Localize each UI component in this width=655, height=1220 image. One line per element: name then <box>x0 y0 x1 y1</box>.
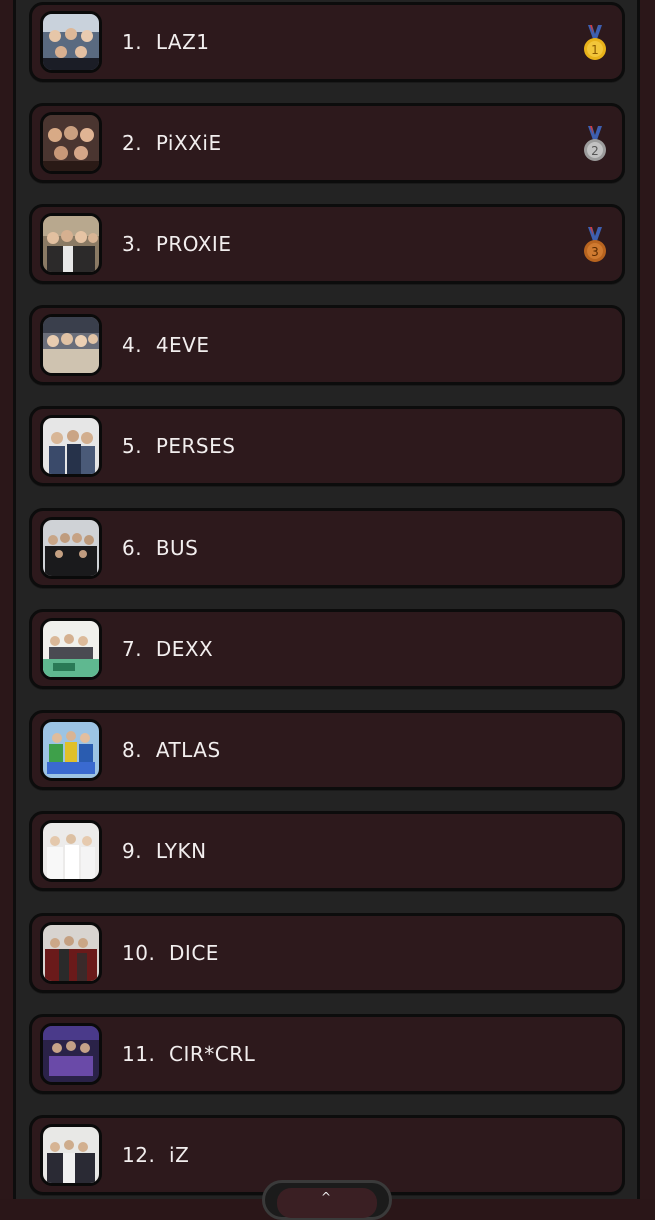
leaderboard-row[interactable]: 9. LYKN <box>29 811 625 891</box>
group-photo-thumbnail <box>40 618 102 680</box>
rank-label: 7. DEXX <box>122 637 214 661</box>
rank-label: 12. iZ <box>122 1143 190 1167</box>
group-photo-thumbnail <box>40 213 102 275</box>
group-photo-thumbnail <box>40 314 102 376</box>
gold-medal-icon: 1 <box>580 23 610 63</box>
rank-label: 5. PERSES <box>122 434 236 458</box>
chevron-up-icon: ^ <box>321 1190 332 1204</box>
group-photo-thumbnail <box>40 517 102 579</box>
scroll-up-handle[interactable]: ^ <box>262 1180 392 1220</box>
rank-label: 8. ATLAS <box>122 738 221 762</box>
leaderboard-row[interactable]: 7. DEXX <box>29 609 625 689</box>
leaderboard-row[interactable]: 2. PiXXiE 2 <box>29 103 625 183</box>
svg-text:1: 1 <box>591 43 599 57</box>
group-photo-thumbnail <box>40 820 102 882</box>
rank-label: 10. DICE <box>122 941 219 965</box>
group-photo-thumbnail <box>40 112 102 174</box>
group-photo-thumbnail <box>40 719 102 781</box>
leaderboard-row[interactable]: 6. BUS <box>29 508 625 588</box>
scroll-up-handle-inner: ^ <box>277 1188 377 1218</box>
rank-label: 9. LYKN <box>122 839 207 863</box>
leaderboard-row[interactable]: 1. LAZ1 1 <box>29 2 625 82</box>
app-background: 1. LAZ1 1 2. PiXXiE 2 3. PROXIE 3 4. 4EV… <box>0 0 655 1220</box>
leaderboard-row[interactable]: 3. PROXIE 3 <box>29 204 625 284</box>
rank-label: 1. LAZ1 <box>122 30 210 54</box>
leaderboard-row[interactable]: 8. ATLAS <box>29 710 625 790</box>
rank-label: 11. CIR*CRL <box>122 1042 256 1066</box>
rank-label: 3. PROXIE <box>122 232 232 256</box>
rank-label: 2. PiXXiE <box>122 131 222 155</box>
svg-text:3: 3 <box>591 245 599 259</box>
leaderboard-row[interactable]: 5. PERSES <box>29 406 625 486</box>
group-photo-thumbnail <box>40 1124 102 1186</box>
silver-medal-icon: 2 <box>580 124 610 164</box>
group-photo-thumbnail <box>40 922 102 984</box>
rank-label: 4. 4EVE <box>122 333 210 357</box>
group-photo-thumbnail <box>40 415 102 477</box>
bronze-medal-icon: 3 <box>580 225 610 265</box>
svg-text:2: 2 <box>591 144 599 158</box>
leaderboard-row[interactable]: 10. DICE <box>29 913 625 993</box>
group-photo-thumbnail <box>40 1023 102 1085</box>
group-photo-thumbnail <box>40 11 102 73</box>
leaderboard-row[interactable]: 11. CIR*CRL <box>29 1014 625 1094</box>
rank-label: 6. BUS <box>122 536 199 560</box>
leaderboard-row[interactable]: 4. 4EVE <box>29 305 625 385</box>
